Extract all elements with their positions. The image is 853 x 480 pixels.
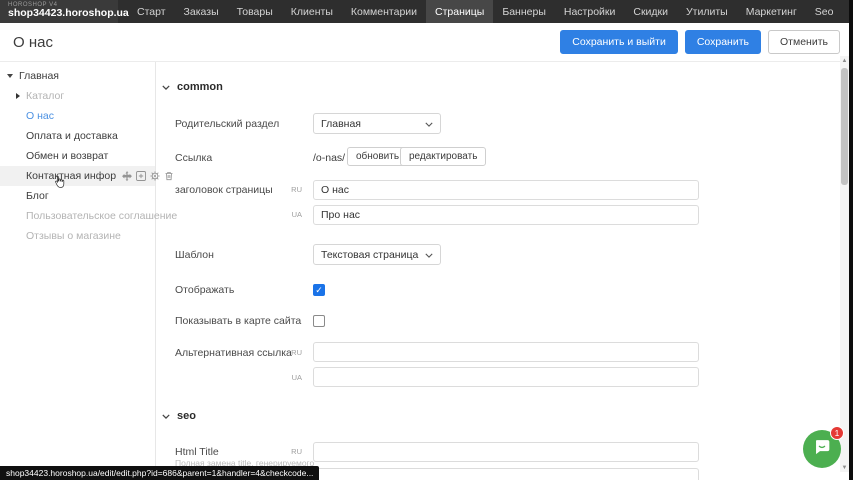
selected-option: Текстовая страница — [321, 249, 418, 261]
link-value: /o-nas/ — [313, 152, 345, 164]
sidebar-item-blog[interactable]: Блог — [0, 186, 155, 206]
sidebar-item-home[interactable]: Главная — [0, 66, 155, 86]
screen-edge-strip — [849, 0, 853, 480]
lang-ua-badge: UA — [288, 210, 302, 219]
template-label: Шаблон — [175, 249, 214, 261]
topbar-item-clients[interactable]: Клиенты — [282, 0, 342, 23]
topbar-item-marketing[interactable]: Маркетинг — [737, 0, 806, 23]
header-actions: Сохранить и выйти Сохранить Отменить — [560, 30, 840, 54]
lang-ru-badge: RU — [288, 185, 302, 194]
topbar-item-discounts[interactable]: Скидки — [624, 0, 677, 23]
sidebar-item-label: О нас — [26, 110, 54, 122]
scrollbar-thumb[interactable] — [841, 68, 848, 185]
chevron-down-icon — [425, 249, 433, 261]
topbar-item-pages[interactable]: Страницы — [426, 0, 493, 23]
section-title: seo — [177, 410, 196, 422]
page-title-ua-input[interactable] — [313, 205, 699, 225]
app-window: HOROSHOP V4 shop34423.horoshop.ua Старт … — [0, 0, 853, 480]
edit-form: common Родительский раздел Главная Ссылк… — [156, 62, 840, 480]
lang-ru-badge: RU — [288, 348, 302, 357]
display-checkbox[interactable]: ✓ — [313, 284, 325, 296]
topbar-item-utilities[interactable]: Утилиты — [677, 0, 737, 23]
alt-link-ua-input[interactable] — [313, 367, 699, 387]
page-title-ru-input[interactable] — [313, 180, 699, 200]
page-title-label: заголовок страницы — [175, 184, 273, 196]
chevron-down-icon — [162, 414, 170, 419]
chevron-down-icon — [425, 118, 433, 130]
topbar-item-banners[interactable]: Баннеры — [493, 0, 555, 23]
html-title-ru-input[interactable] — [313, 442, 699, 462]
sidebar-item-label: Контактная инфор — [26, 170, 116, 182]
gear-icon[interactable] — [150, 171, 160, 181]
sidebar-item-label: Каталог — [26, 90, 64, 102]
template-select[interactable]: Текстовая страница — [313, 244, 441, 265]
display-label: Отображать — [175, 284, 234, 296]
sidebar-item-contacts[interactable]: Контактная инфор — [0, 166, 155, 186]
check-icon: ✓ — [315, 286, 323, 295]
parent-section-label: Родительский раздел — [175, 118, 279, 130]
cancel-button[interactable]: Отменить — [768, 30, 840, 54]
sidebar-item-catalog[interactable]: Каталог — [0, 86, 155, 106]
alt-link-ru-input[interactable] — [313, 342, 699, 362]
tree-collapsed-icon[interactable] — [16, 93, 20, 99]
page-header: О нас Сохранить и выйти Сохранить Отмени… — [0, 23, 849, 62]
topbar-item-comments[interactable]: Комментарии — [342, 0, 426, 23]
logo-shop-domain: shop34423.horoshop.ua — [8, 8, 118, 19]
tree-row-actions — [122, 171, 174, 181]
selected-option: Главная — [321, 118, 361, 130]
sidebar-item-about[interactable]: О нас — [0, 106, 155, 126]
sidebar-item-terms[interactable]: Пользовательское соглашение — [0, 206, 155, 226]
add-subpage-icon[interactable] — [136, 171, 146, 181]
sidebar-item-exchange-return[interactable]: Обмен и возврат — [0, 146, 155, 166]
link-label: Ссылка — [175, 152, 212, 164]
scroll-up-icon[interactable]: ▲ — [840, 56, 849, 65]
sidebar-item-label: Блог — [26, 190, 49, 202]
page-title: О нас — [13, 34, 53, 51]
sitemap-checkbox[interactable] — [313, 315, 325, 327]
vertical-scrollbar[interactable]: ▲ ▼ — [840, 56, 849, 472]
tree-expanded-icon[interactable] — [7, 74, 13, 78]
topbar: HOROSHOP V4 shop34423.horoshop.ua Старт … — [0, 0, 853, 23]
parent-section-select[interactable]: Главная — [313, 113, 441, 134]
sitemap-label: Показывать в карте сайта — [175, 315, 301, 327]
save-button[interactable]: Сохранить — [685, 30, 761, 54]
page-tree-sidebar: Главная Каталог О нас Оплата и доставка … — [0, 62, 156, 480]
chevron-down-icon — [162, 85, 170, 90]
status-url-bar: shop34423.horoshop.ua/edit/edit.php?id=6… — [0, 466, 319, 480]
link-update-button[interactable]: обновить — [347, 147, 408, 166]
lang-ru-badge: RU — [288, 447, 302, 456]
move-icon[interactable] — [122, 171, 132, 181]
save-and-exit-button[interactable]: Сохранить и выйти — [560, 30, 678, 54]
sidebar-item-label: Отзывы о магазине — [26, 230, 121, 242]
sidebar-item-payment-delivery[interactable]: Оплата и доставка — [0, 126, 155, 146]
topbar-item-orders[interactable]: Заказы — [175, 0, 228, 23]
topbar-item-products[interactable]: Товары — [228, 0, 282, 23]
chat-widget-button[interactable]: 1 — [803, 430, 841, 468]
alt-link-label: Альтернативная ссылка — [175, 347, 292, 359]
sidebar-item-label: Обмен и возврат — [26, 150, 108, 162]
topbar-item-start[interactable]: Старт — [128, 0, 175, 23]
sidebar-item-label: Пользовательское соглашение — [26, 210, 177, 222]
scroll-down-icon[interactable]: ▼ — [840, 463, 849, 472]
topbar-item-seo[interactable]: Seo — [806, 0, 843, 23]
sidebar-item-reviews[interactable]: Отзывы о магазине — [0, 226, 155, 246]
section-seo-toggle[interactable]: seo — [162, 410, 196, 422]
section-title: common — [177, 81, 223, 93]
chat-unread-badge: 1 — [830, 426, 844, 440]
topbar-item-settings[interactable]: Настройки — [555, 0, 625, 23]
topbar-menu: Старт Заказы Товары Клиенты Комментарии … — [128, 0, 853, 23]
logo[interactable]: HOROSHOP V4 shop34423.horoshop.ua — [0, 0, 118, 23]
lang-ua-badge: UA — [288, 373, 302, 382]
html-title-label: Html Title — [175, 446, 219, 458]
link-edit-button[interactable]: редактировать — [400, 147, 486, 166]
chat-bubble-icon — [811, 436, 833, 463]
sidebar-item-label: Оплата и доставка — [26, 130, 118, 142]
trash-icon[interactable] — [164, 171, 174, 181]
html-title-ua-input[interactable] — [313, 468, 699, 480]
section-common-toggle[interactable]: common — [162, 81, 223, 93]
sidebar-item-label: Главная — [19, 70, 59, 82]
